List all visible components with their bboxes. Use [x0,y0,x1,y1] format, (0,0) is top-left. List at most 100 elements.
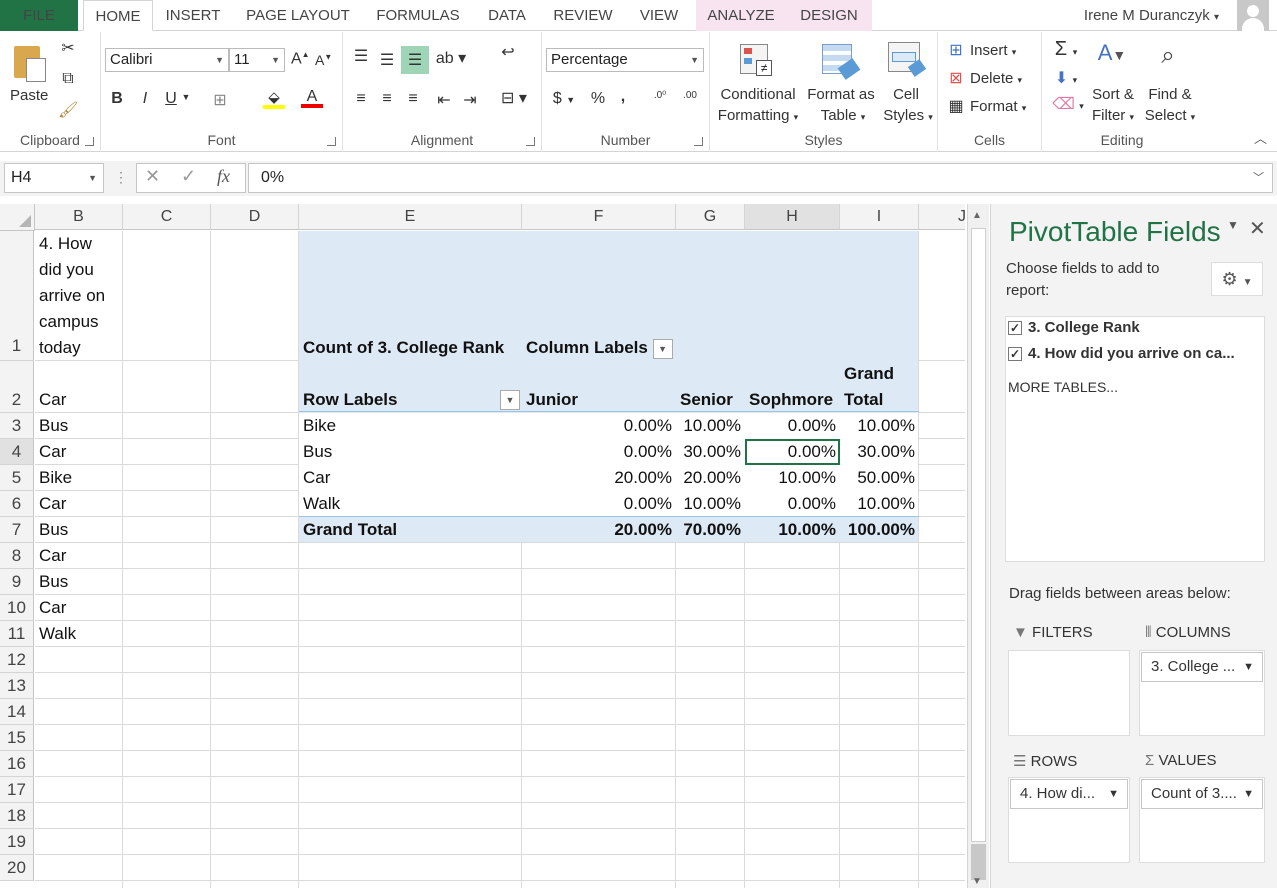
pane-settings-button[interactable]: ⚙ ▼ [1211,262,1263,296]
clear-icon[interactable]: ⌫ ▾ [1050,94,1086,114]
italic-button[interactable]: I [137,90,153,108]
autosum-icon[interactable]: Σ ▾ [1050,38,1082,61]
sort-filter-label-1[interactable]: Sort & [1088,86,1138,103]
row-header-5[interactable]: 5 [0,465,34,491]
underline-dropdown-icon[interactable]: ▼ [181,92,191,102]
enter-icon[interactable]: ✓ [181,166,196,187]
find-select-button[interactable]: Select ▾ [1142,107,1198,124]
format-as-table-icon[interactable] [822,44,862,80]
row-header-3[interactable]: 3 [0,413,34,439]
wrap-text-icon[interactable]: ↩ [497,42,519,62]
cell-b9[interactable]: Bus [35,569,123,595]
fill-color-icon[interactable]: ⬙ [263,88,285,109]
tab-insert[interactable]: INSERT [157,0,229,31]
find-select-icon[interactable]: ⌕ [1150,42,1186,70]
column-header-e[interactable]: E [299,204,522,230]
grow-font-icon[interactable]: A▲ [291,50,310,68]
column-header-g[interactable]: G [676,204,745,230]
row-header-2[interactable]: 2 [0,361,34,413]
pivot-cell[interactable]: 20.00% [676,465,745,491]
cell-b8[interactable]: Car [35,543,123,569]
pivot-cell-selected[interactable]: 0.00% [745,439,840,465]
row-header-14[interactable]: 14 [0,699,34,725]
cell-b2[interactable]: Car [35,387,123,413]
scroll-down-icon[interactable]: ▼ [972,876,982,887]
pivot-cell[interactable]: 20.00% [522,465,676,491]
insert-function-icon[interactable]: fx [217,166,230,187]
pivot-grand-total-cell[interactable]: 10.00% [745,517,840,543]
font-name-select[interactable]: Calibri ▼ [105,48,229,72]
pivot-cell[interactable]: 30.00% [676,439,745,465]
pivot-col-header-grand-total[interactable]: Grand Total [840,361,919,413]
column-header-b[interactable]: B [35,204,123,230]
row-header-15[interactable]: 15 [0,725,34,751]
comma-button[interactable]: , [616,88,630,106]
field-item-college-rank[interactable]: ✓ 3. College Rank [1008,319,1140,336]
columns-field-pill[interactable]: 3. College ... ▼ [1141,652,1263,682]
conditional-formatting-button[interactable]: Formatting ▾ [714,107,802,124]
pivot-cell[interactable]: 10.00% [840,491,919,517]
pivot-cell[interactable]: 50.00% [840,465,919,491]
percent-button[interactable]: % [588,90,608,108]
format-cells-icon[interactable]: ▦ [946,96,966,116]
find-select-label-1[interactable]: Find & [1142,86,1198,103]
avatar[interactable] [1237,0,1269,31]
row-header-4[interactable]: 4 [0,439,34,465]
bottom-align-icon[interactable]: ☰ [401,46,429,74]
pivot-cell[interactable]: 10.00% [840,413,919,439]
merge-center-icon[interactable]: ⊟ ▾ [497,88,531,108]
sort-filter-icon[interactable]: A▼ [1094,40,1130,76]
pivot-grand-total-label[interactable]: Grand Total [299,517,522,543]
tab-design[interactable]: DESIGN [786,0,872,31]
tab-home[interactable]: HOME [83,0,153,31]
column-header-f[interactable]: F [522,204,676,230]
row-header-9[interactable]: 9 [0,569,34,595]
row-header-10[interactable]: 10 [0,595,34,621]
checkbox-icon[interactable]: ✓ [1008,321,1022,336]
row-header-11[interactable]: 11 [0,621,34,647]
column-header-d[interactable]: D [211,204,299,230]
align-right-icon[interactable]: ≡ [403,90,423,108]
increase-decimal-icon[interactable]: .0⁰ [648,90,672,101]
pivot-column-labels[interactable]: Column Labels ▼ [522,335,676,361]
font-color-icon[interactable]: A [301,88,323,108]
increase-indent-icon[interactable]: ⇥ [459,90,481,110]
pivot-col-header-senior[interactable]: Senior [676,387,745,413]
decrease-indent-icon[interactable]: ⇤ [433,90,455,110]
cell-b4[interactable]: Car [35,439,123,465]
pivot-cell[interactable]: 10.00% [676,491,745,517]
cut-icon[interactable]: ✂ [58,38,78,58]
middle-align-icon[interactable]: ☰ [377,50,397,70]
cell-styles-icon[interactable] [888,42,927,78]
field-item-how-arrive[interactable]: ✓ 4. How did you arrive on ca... [1008,345,1235,362]
tab-page-layout[interactable]: PAGE LAYOUT [234,0,362,31]
format-painter-icon[interactable]: 🖌 [58,100,78,120]
column-labels-filter-button[interactable]: ▼ [652,338,673,359]
scrollbar-thumb[interactable] [971,228,986,842]
checkbox-icon[interactable]: ✓ [1008,347,1022,362]
cell-b1[interactable]: 4. How did you arrive on campus today [35,231,123,361]
pivot-row-label[interactable]: Car [299,465,522,491]
name-box[interactable]: H4 ▼ [4,163,104,193]
row-header-19[interactable]: 19 [0,829,34,855]
worksheet-grid[interactable]: B C D E F G H I J 1 2 3 4 5 6 7 8 9 10 1… [0,204,965,888]
collapse-ribbon-icon[interactable]: ︿ [1254,128,1267,147]
more-tables-link[interactable]: MORE TABLES... [1008,379,1118,395]
sort-filter-button[interactable]: Filter ▾ [1088,107,1138,124]
pane-options-dropdown-icon[interactable]: ▼ [1227,218,1239,232]
pivot-grand-total-cell[interactable]: 70.00% [676,517,745,543]
cell-b7[interactable]: Bus [35,517,123,543]
pivot-cell[interactable]: 0.00% [522,439,676,465]
pivot-col-header-junior[interactable]: Junior [522,387,676,413]
decrease-decimal-icon[interactable]: .00 [678,90,702,101]
values-field-pill[interactable]: Count of 3.... ▼ [1141,779,1263,809]
cell-b11[interactable]: Walk [35,621,123,647]
pivot-grand-total-cell[interactable]: 100.00% [840,517,919,543]
pivot-cell[interactable]: 10.00% [745,465,840,491]
align-left-icon[interactable]: ≡ [351,90,371,108]
column-header-h[interactable]: H [745,204,840,230]
row-labels-filter-button[interactable]: ▼ [500,390,520,410]
cell-b3[interactable]: Bus [35,413,123,439]
row-header-16[interactable]: 16 [0,751,34,777]
column-header-i[interactable]: I [840,204,919,230]
